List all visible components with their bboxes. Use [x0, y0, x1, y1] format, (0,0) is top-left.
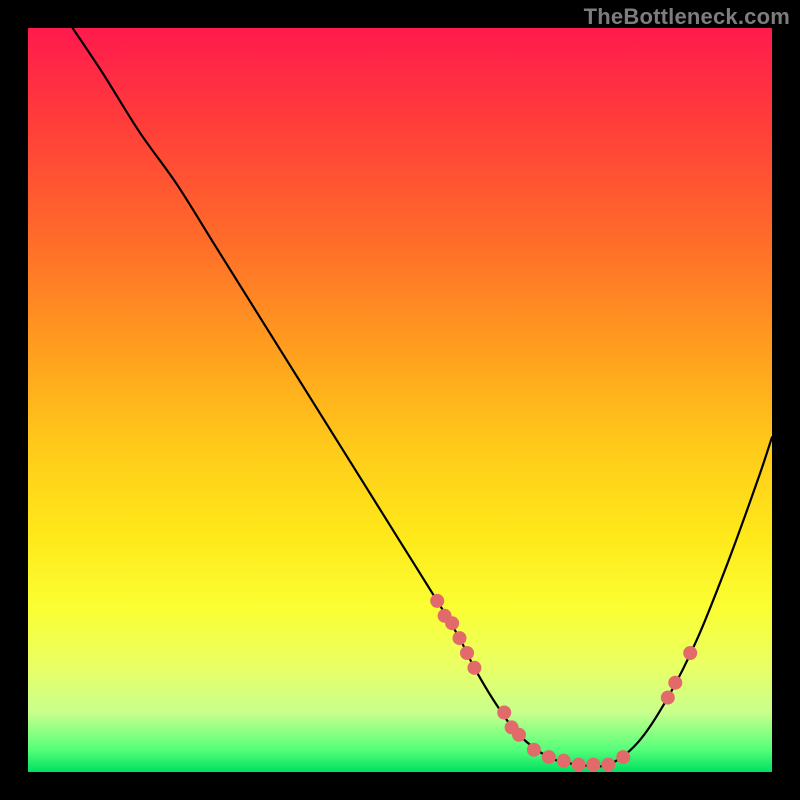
highlighted-point — [453, 631, 467, 645]
highlighted-point — [572, 758, 586, 772]
highlighted-point — [467, 661, 481, 675]
highlighted-point — [430, 594, 444, 608]
highlighted-point — [527, 743, 541, 757]
highlighted-point — [668, 676, 682, 690]
highlighted-point — [601, 758, 615, 772]
highlighted-point — [557, 754, 571, 768]
highlighted-point — [683, 646, 697, 660]
highlighted-point — [616, 750, 630, 764]
highlighted-point — [542, 750, 556, 764]
highlighted-point — [497, 706, 511, 720]
highlighted-point — [661, 691, 675, 705]
highlighted-point — [445, 616, 459, 630]
bottleneck-plot — [28, 28, 772, 772]
highlighted-point — [512, 728, 526, 742]
chart-frame — [28, 28, 772, 772]
bottleneck-curve — [73, 28, 772, 767]
highlighted-point — [586, 758, 600, 772]
highlighted-points-group — [430, 594, 697, 772]
watermark-text: TheBottleneck.com — [584, 4, 790, 30]
highlighted-point — [460, 646, 474, 660]
